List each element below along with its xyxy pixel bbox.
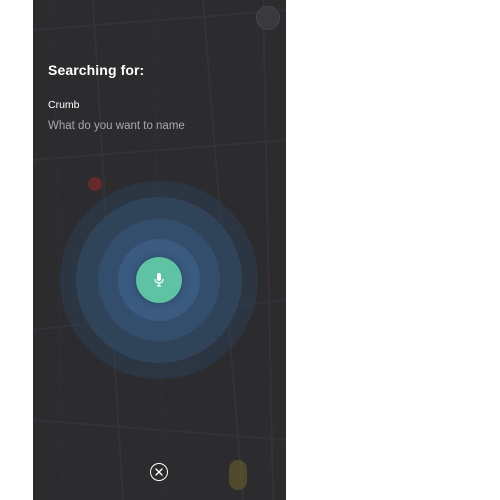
user-avatar[interactable] (256, 6, 280, 30)
map-marker-yellow (229, 460, 247, 490)
map-marker-red (88, 177, 102, 191)
stage: Searching for: Crumb (0, 0, 500, 500)
close-button[interactable] (150, 463, 168, 481)
microphone-icon (152, 272, 166, 288)
close-icon (155, 468, 163, 476)
searching-heading: Searching for: (48, 62, 145, 78)
mic-button[interactable] (136, 257, 182, 303)
name-input[interactable] (48, 118, 268, 134)
search-term: Crumb (48, 99, 80, 111)
voice-search-screen: Searching for: Crumb (33, 0, 286, 500)
